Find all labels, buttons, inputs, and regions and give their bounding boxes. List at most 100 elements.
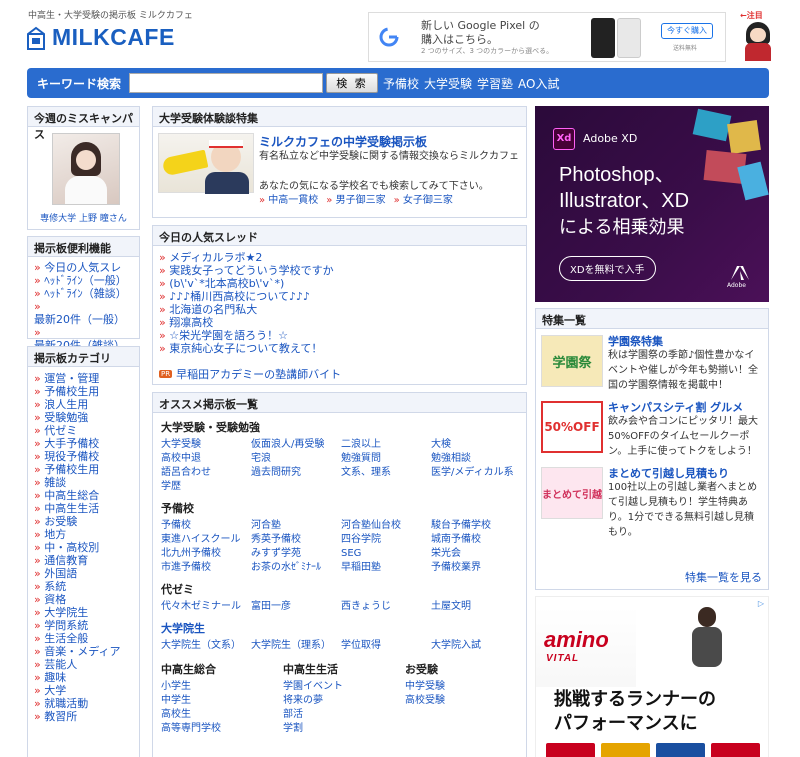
recommend-board-link[interactable]: 大学院生（文系） [161, 639, 247, 653]
tools-item[interactable]: 今日の人気スレ [34, 261, 133, 274]
recommend-board-link[interactable]: SEG [341, 547, 427, 561]
recommend-board-link[interactable]: 勉強相談 [431, 452, 531, 466]
category-item[interactable]: 外国語 [34, 567, 133, 580]
category-item[interactable]: 中高生生活 [34, 502, 133, 515]
recommend-board-link[interactable]: みすず学苑 [251, 547, 337, 561]
recommend-board-link[interactable]: 文系、理系 [341, 466, 427, 480]
quick-link-juku[interactable]: 学習塾 [477, 75, 513, 92]
adobe-cta-button[interactable]: XDを無料で入手 [559, 256, 656, 281]
recommend-board-link[interactable]: 高校生 [161, 708, 283, 722]
recommend-board-link[interactable]: 大検 [431, 438, 531, 452]
category-item[interactable]: 就職活動 [34, 697, 133, 710]
experience-photo[interactable] [158, 133, 254, 194]
recommend-board-link[interactable]: 駿台予備学校 [431, 519, 531, 533]
recommend-board-link[interactable]: 四谷学院 [341, 533, 427, 547]
category-item[interactable]: 予備校生用 [34, 385, 133, 398]
adobe-xd-ad[interactable]: Xd Adobe XD Photoshop、 Illustrator、XD によ… [535, 106, 769, 302]
recommend-board-link[interactable]: 土屋文明 [431, 600, 531, 614]
recommend-board-link[interactable]: 北九州予備校 [161, 547, 247, 561]
search-input[interactable] [129, 73, 323, 93]
recommend-board-link[interactable]: 中学受験 [405, 680, 515, 694]
tools-item[interactable]: ﾍｯﾄﾞﾗｲﾝ（雑談） [34, 287, 133, 300]
recommend-board-link[interactable]: 将来の夢 [283, 694, 405, 708]
category-item[interactable]: 雑談 [34, 476, 133, 489]
tools-item[interactable]: ﾍｯﾄﾞﾗｲﾝ（一般） [34, 274, 133, 287]
recommend-board-link[interactable]: 河合塾 [251, 519, 337, 533]
category-item[interactable]: 受験勉強 [34, 411, 133, 424]
popular-thread-item[interactable]: ☆栄光学園を語ろう！☆ [159, 329, 520, 342]
recommend-board-link[interactable]: 学割 [283, 722, 405, 736]
quick-link-ao[interactable]: AO入試 [518, 75, 559, 92]
recommend-board-link[interactable]: 予備校 [161, 519, 247, 533]
feature-item[interactable]: 学園祭 学園祭特集 秋は学園祭の季節♪個性豊かなイベントや催しが今年も勢揃い！全… [541, 335, 762, 393]
amino-vital-ad[interactable]: ▷ amino VITAL 挑戦するランナーの パフォーマンスに [535, 596, 769, 757]
category-item[interactable]: 浪人生用 [34, 398, 133, 411]
feature-item[interactable]: 50%OFF キャンパスシティ割 グルメ 飲み会や合コンにピッタリ！最大50%O… [541, 401, 762, 459]
popular-thread-item[interactable]: 翔凛高校 [159, 316, 520, 329]
category-item[interactable]: 系統 [34, 580, 133, 593]
recommend-board-link[interactable]: 大学受験 [161, 438, 247, 452]
miss-campus-photo[interactable] [52, 133, 120, 205]
category-item[interactable]: 予備校生用 [34, 463, 133, 476]
link-danshi-gosanke[interactable]: 男子御三家 [336, 195, 386, 206]
category-item[interactable]: 音楽・メディア [34, 645, 133, 658]
category-item[interactable]: 大手予備校 [34, 437, 133, 450]
recommend-board-link[interactable]: 早稲田塾 [341, 561, 427, 575]
google-pixel-ad[interactable]: 新しい Google Pixel の 購入はこちら。 2 つのサイズ、3 つのカ… [368, 12, 726, 62]
recommend-board-link[interactable]: 河合塾仙台校 [341, 519, 427, 533]
search-button[interactable]: 検 索 [326, 73, 378, 93]
recommend-board-link[interactable]: 二浪以上 [341, 438, 427, 452]
popular-thread-item[interactable]: 実践女子ってどういう学校ですか [159, 264, 520, 277]
recommend-board-link[interactable]: 医学/メディカル系 [431, 466, 531, 480]
recommend-board-link[interactable]: 部活 [283, 708, 405, 722]
recommend-board-link[interactable]: 中学生 [161, 694, 283, 708]
features-more-link[interactable]: 特集一覧を見る [685, 569, 762, 585]
recommend-board-link[interactable]: 高等専門学校 [161, 722, 283, 736]
experience-headline[interactable]: ミルクカフェの中学受験掲示板 [259, 133, 427, 150]
category-item[interactable]: 地方 [34, 528, 133, 541]
category-item[interactable]: 中高生総合 [34, 489, 133, 502]
popular-thread-item[interactable]: 北海道の名門私大 [159, 303, 520, 316]
category-item[interactable]: 教習所 [34, 710, 133, 723]
feature-title[interactable]: キャンパスシティ割 グルメ [608, 401, 762, 414]
pr-row[interactable]: PR 早稲田アカデミーの塾講師バイト [159, 366, 341, 382]
popular-thread-item[interactable]: メディカルラボ★2 [159, 251, 520, 264]
popular-thread-item[interactable]: 東京純心女子について教えて！ [159, 342, 520, 355]
link-joshi-gosanke[interactable]: 女子御三家 [403, 195, 453, 206]
feature-title[interactable]: 学園祭特集 [608, 335, 762, 348]
recommend-board-link[interactable]: 代々木ゼミナール [161, 600, 247, 614]
recommend-board-link[interactable]: 学位取得 [341, 639, 427, 653]
quick-link-daigaku[interactable]: 大学受験 [424, 75, 472, 92]
site-logo[interactable]: MILKCAFE [26, 24, 175, 51]
recommend-board-link[interactable]: 仮面浪人/再受験 [251, 438, 337, 452]
feature-item[interactable]: まとめて引越 まとめて引越し見積もり 100社以上の引越し業者へまとめて引越し見… [541, 467, 762, 540]
recommend-board-link[interactable]: 市進予備校 [161, 561, 247, 575]
category-item[interactable]: 運営・管理 [34, 372, 133, 385]
tools-item[interactable]: 最新20件（一般） [34, 300, 133, 326]
category-item[interactable]: 生活全般 [34, 632, 133, 645]
recommend-board-link[interactable]: 大学院生（理系） [251, 639, 337, 653]
recommend-board-link[interactable]: 富田一彦 [251, 600, 337, 614]
quick-link-yobiko[interactable]: 予備校 [383, 75, 419, 92]
category-item[interactable]: お受験 [34, 515, 133, 528]
category-item[interactable]: 中・高校別 [34, 541, 133, 554]
recommend-board-link[interactable]: 学歴 [161, 480, 247, 494]
recommend-board-link[interactable]: 栄光会 [431, 547, 531, 561]
recommend-board-link[interactable]: 宅浪 [251, 452, 337, 466]
recommend-board-link[interactable]: 高校受験 [405, 694, 515, 708]
pr-link[interactable]: 早稲田アカデミーの塾講師バイト [176, 366, 341, 382]
category-item[interactable]: 現役予備校 [34, 450, 133, 463]
recommend-board-link[interactable]: 勉強質問 [341, 452, 427, 466]
recommend-board-link[interactable]: 高校中退 [161, 452, 247, 466]
recommend-section-title[interactable]: 大学院生 [161, 620, 521, 636]
recommend-board-link[interactable]: 学園イベント [283, 680, 405, 694]
recommend-board-link[interactable]: 城南予備校 [431, 533, 531, 547]
recommend-board-link[interactable]: 西きょうじ [341, 600, 427, 614]
mascot-image[interactable]: ←注目 [736, 10, 780, 62]
recommend-board-link[interactable]: 小学生 [161, 680, 283, 694]
recommend-board-link[interactable]: 東進ハイスクール [161, 533, 247, 547]
category-item[interactable]: 大学院生 [34, 606, 133, 619]
category-item[interactable]: 学問系統 [34, 619, 133, 632]
category-item[interactable]: 代ゼミ [34, 424, 133, 437]
category-item[interactable]: 大学 [34, 684, 133, 697]
